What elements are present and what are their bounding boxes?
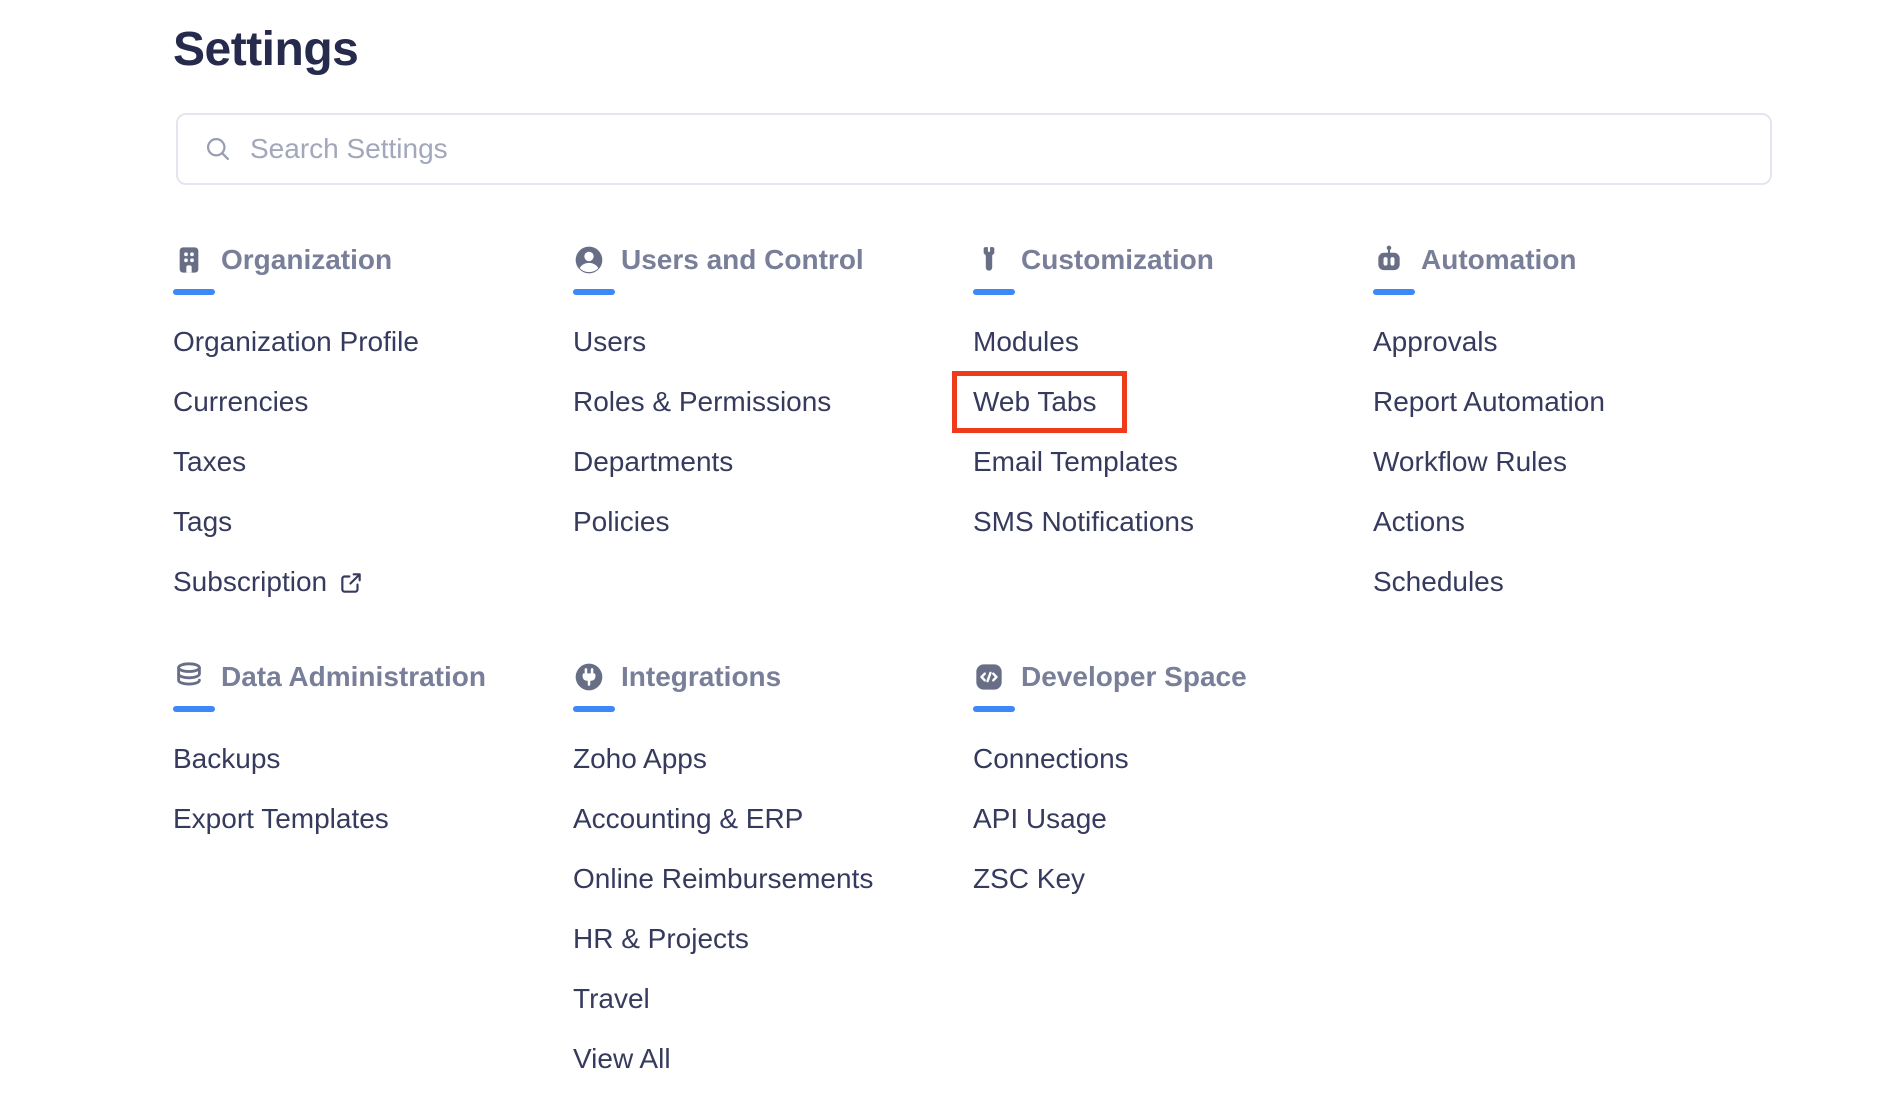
section-data-administration-header: Data Administration	[173, 660, 573, 694]
section-label: Integrations	[621, 661, 781, 693]
section-accent-underline	[973, 289, 1015, 295]
database-icon	[173, 661, 205, 693]
highlight-annotation-box: Web Tabs	[952, 371, 1127, 433]
settings-link-api-usage[interactable]: API Usage	[973, 789, 1373, 849]
settings-link-approvals[interactable]: Approvals	[1373, 312, 1773, 372]
settings-link-email-templates[interactable]: Email Templates	[973, 432, 1373, 492]
section-accent-underline	[573, 289, 615, 295]
section-items: Modules Web Tabs Email Templates SMS Not…	[973, 312, 1373, 552]
section-organization-header: Organization	[173, 243, 573, 277]
search-input[interactable]	[250, 133, 1770, 165]
section-items: Approvals Report Automation Workflow Rul…	[1373, 312, 1773, 612]
settings-link-schedules[interactable]: Schedules	[1373, 552, 1773, 612]
settings-link-departments[interactable]: Departments	[573, 432, 973, 492]
plug-icon	[573, 661, 605, 693]
page-title: Settings	[173, 22, 358, 77]
section-label: Organization	[221, 244, 392, 276]
settings-link-organization-profile[interactable]: Organization Profile	[173, 312, 573, 372]
settings-link-accounting-erp[interactable]: Accounting & ERP	[573, 789, 973, 849]
settings-link-taxes[interactable]: Taxes	[173, 432, 573, 492]
settings-link-export-templates[interactable]: Export Templates	[173, 789, 573, 849]
section-developer-space-header: Developer Space	[973, 660, 1373, 694]
section-data-administration: Data Administration Backups Export Templ…	[173, 660, 573, 849]
settings-link-workflow-rules[interactable]: Workflow Rules	[1373, 432, 1773, 492]
settings-link-users[interactable]: Users	[573, 312, 973, 372]
section-items: Connections API Usage ZSC Key	[973, 729, 1373, 909]
section-items: Backups Export Templates	[173, 729, 573, 849]
code-icon	[973, 661, 1005, 693]
settings-link-connections[interactable]: Connections	[973, 729, 1373, 789]
section-label: Automation	[1421, 244, 1577, 276]
settings-link-zsc-key[interactable]: ZSC Key	[973, 849, 1373, 909]
settings-link-backups[interactable]: Backups	[173, 729, 573, 789]
section-organization: Organization Organization Profile Curren…	[173, 243, 573, 612]
section-customization: Customization Modules Web Tabs Email Tem…	[973, 243, 1373, 552]
section-automation: Automation Approvals Report Automation W…	[1373, 243, 1773, 612]
settings-link-currencies[interactable]: Currencies	[173, 372, 573, 432]
user-circle-icon	[573, 244, 605, 276]
section-developer-space: Developer Space Connections API Usage ZS…	[973, 660, 1373, 909]
wrench-icon	[973, 244, 1005, 276]
settings-link-tags[interactable]: Tags	[173, 492, 573, 552]
settings-link-report-automation[interactable]: Report Automation	[1373, 372, 1773, 432]
section-label: Users and Control	[621, 244, 864, 276]
section-label: Data Administration	[221, 661, 486, 693]
robot-icon	[1373, 244, 1405, 276]
section-integrations: Integrations Zoho Apps Accounting & ERP …	[573, 660, 973, 1089]
settings-link-hr-projects[interactable]: HR & Projects	[573, 909, 973, 969]
section-customization-header: Customization	[973, 243, 1373, 277]
settings-link-view-all[interactable]: View All	[573, 1029, 973, 1089]
section-accent-underline	[973, 706, 1015, 712]
section-automation-header: Automation	[1373, 243, 1773, 277]
section-items: Organization Profile Currencies Taxes Ta…	[173, 312, 573, 612]
section-items: Users Roles & Permissions Departments Po…	[573, 312, 973, 552]
search-icon	[204, 135, 232, 163]
building-icon	[173, 244, 205, 276]
settings-link-sms-notifications[interactable]: SMS Notifications	[973, 492, 1373, 552]
section-label: Customization	[1021, 244, 1214, 276]
section-users-and-control: Users and Control Users Roles & Permissi…	[573, 243, 973, 552]
settings-link-actions[interactable]: Actions	[1373, 492, 1773, 552]
settings-link-modules[interactable]: Modules	[973, 312, 1373, 372]
settings-link-policies[interactable]: Policies	[573, 492, 973, 552]
section-integrations-header: Integrations	[573, 660, 973, 694]
section-accent-underline	[173, 706, 215, 712]
section-users-and-control-header: Users and Control	[573, 243, 973, 277]
settings-link-zoho-apps[interactable]: Zoho Apps	[573, 729, 973, 789]
settings-link-roles-permissions[interactable]: Roles & Permissions	[573, 372, 973, 432]
settings-link-web-tabs[interactable]: Web Tabs	[973, 372, 1373, 432]
settings-search-bar	[176, 113, 1772, 185]
settings-link-online-reimbursements[interactable]: Online Reimbursements	[573, 849, 973, 909]
settings-link-subscription[interactable]: Subscription	[173, 552, 573, 612]
external-link-icon	[338, 570, 364, 596]
section-accent-underline	[573, 706, 615, 712]
section-label: Developer Space	[1021, 661, 1247, 693]
section-accent-underline	[173, 289, 215, 295]
section-items: Zoho Apps Accounting & ERP Online Reimbu…	[573, 729, 973, 1089]
section-accent-underline	[1373, 289, 1415, 295]
settings-link-travel[interactable]: Travel	[573, 969, 973, 1029]
